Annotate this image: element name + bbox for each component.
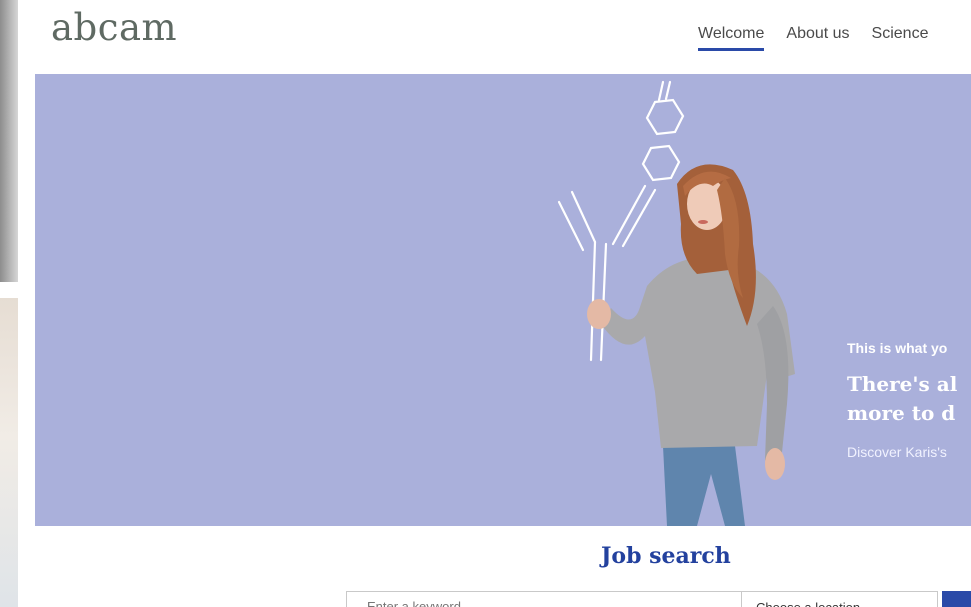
main-nav: Welcome About us Science [698,25,928,51]
hero-headline: There's al more to d [847,370,957,428]
search-button[interactable] [942,591,971,607]
hero-illustration [557,80,795,526]
woman-figure [587,164,795,526]
nav-welcome[interactable]: Welcome [698,25,765,51]
hero-headline-line: There's al [847,372,958,396]
hero-banner: This is what yo There's al more to d Dis… [35,74,971,526]
abcam-logo[interactable]: abcam [51,6,177,49]
nav-science[interactable]: Science [872,25,929,51]
nav-about-us[interactable]: About us [786,25,849,51]
adjacent-content-strip [0,0,18,282]
keyword-input[interactable] [346,591,742,607]
careers-page: abcam Welcome About us Science This is w… [18,0,971,607]
job-search-form: Choose a location [346,591,971,607]
job-search-title: Job search [601,543,731,569]
discover-story-link[interactable]: Discover Karis's [847,444,947,460]
location-select[interactable]: Choose a location [742,591,938,607]
adjacent-content-strip [0,298,18,607]
hero-headline-line: more to d [847,401,956,425]
hero-kicker: This is what yo [847,340,948,356]
